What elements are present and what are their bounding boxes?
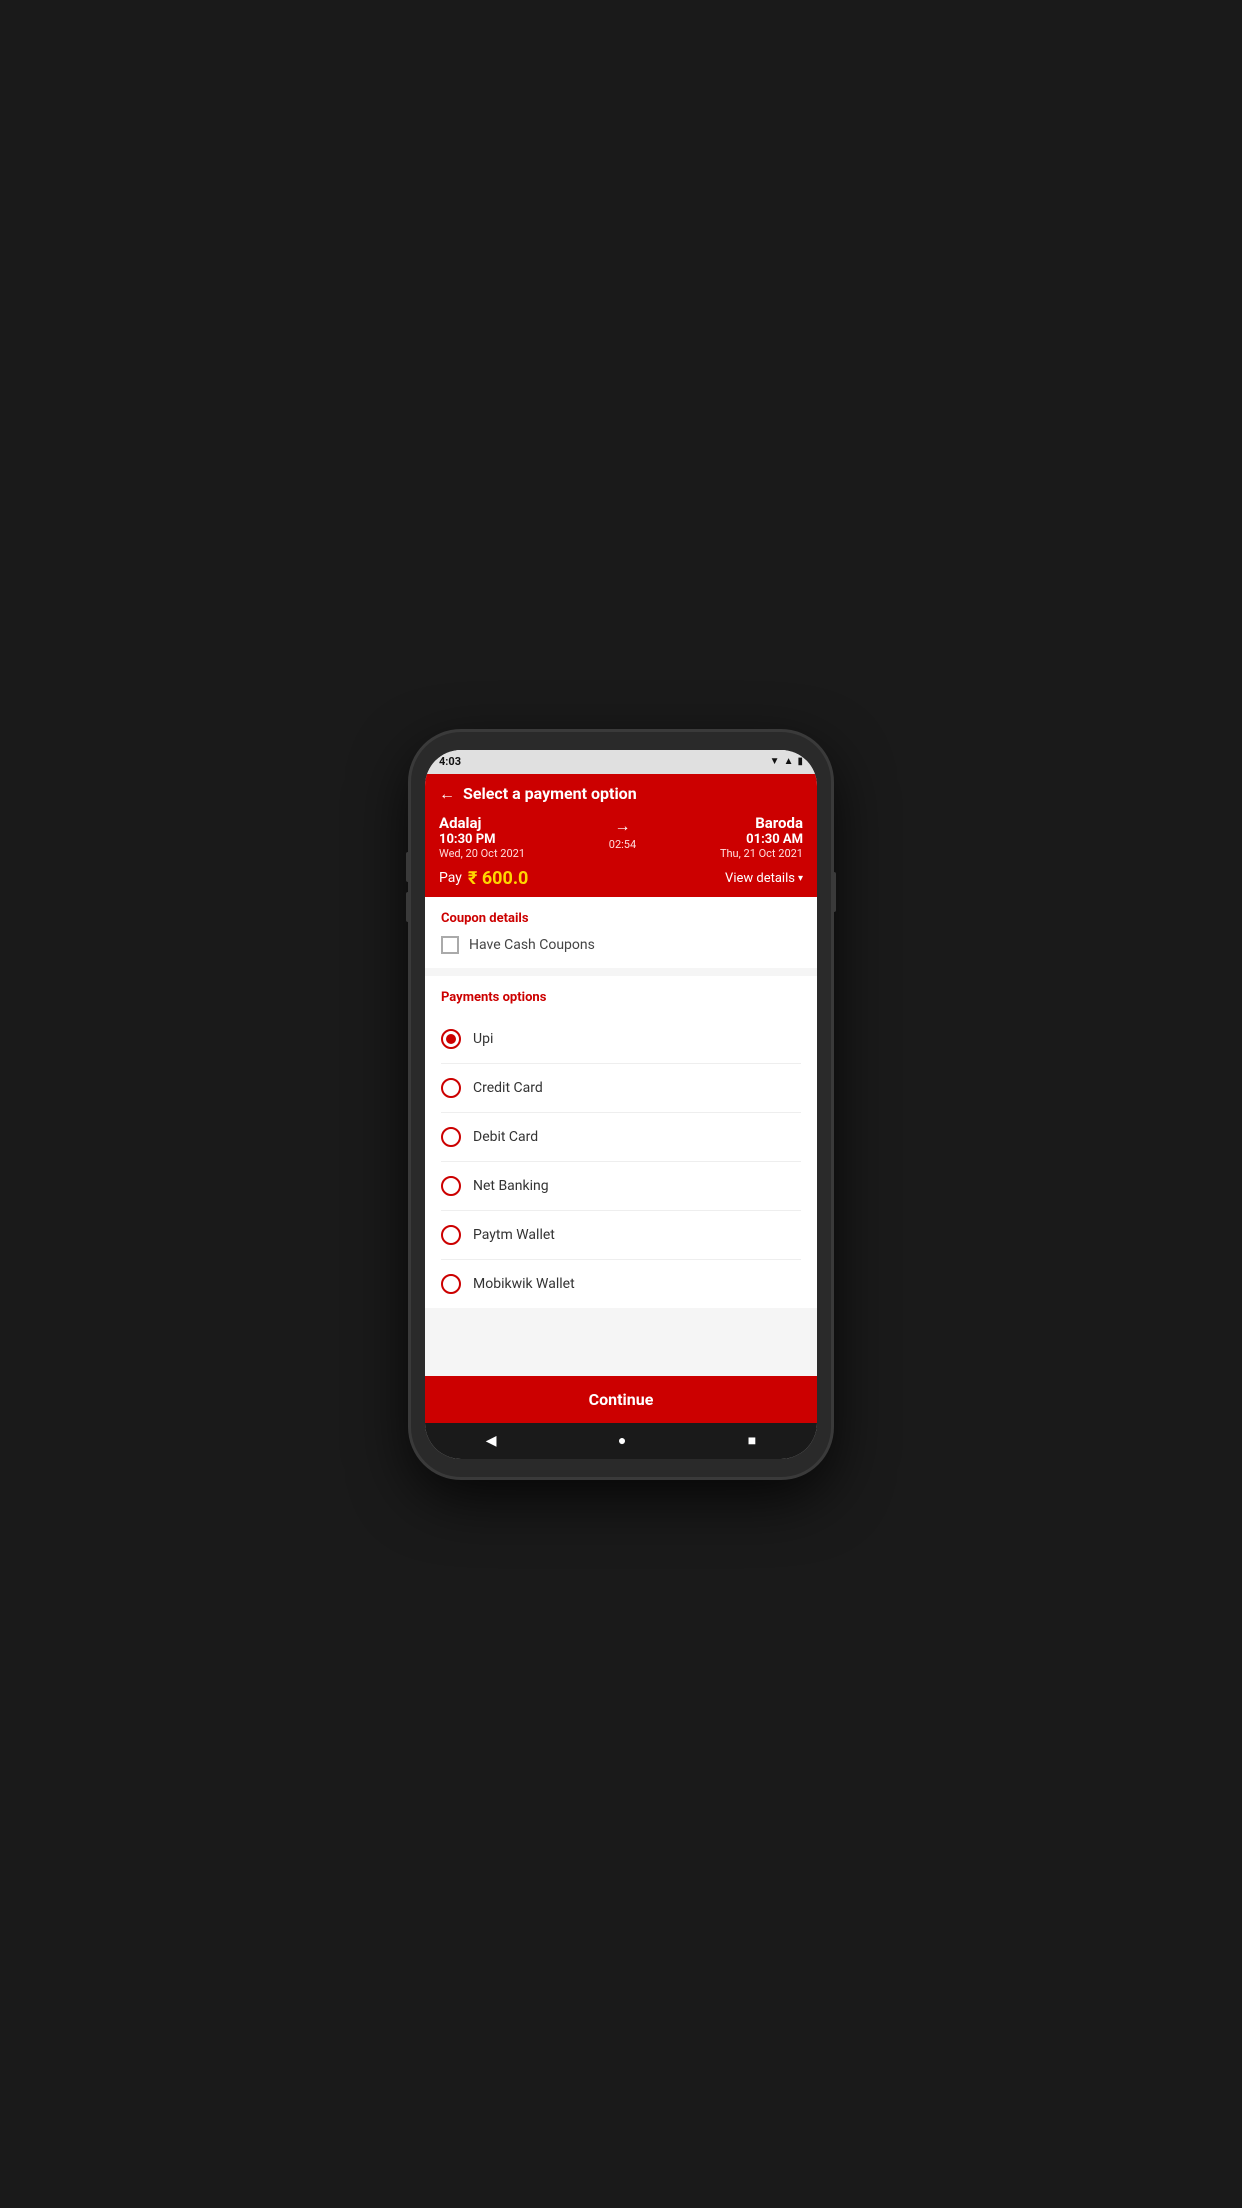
payment-option-mobikwik-wallet[interactable]: Mobikwik Wallet [441,1260,801,1308]
payment-label-net-banking: Net Banking [473,1178,549,1194]
coupon-section: Coupon details Have Cash Coupons [425,897,817,968]
signal-icon: ▲ [784,756,794,767]
chevron-down-icon: ▾ [798,873,803,884]
phone-screen: 4:03 ▼ ▲ ▮ ← Select a payment option Ada… [425,750,817,1459]
payment-label-upi: Upi [473,1031,493,1047]
coupon-section-title: Coupon details [441,911,801,926]
radio-debit-card [441,1127,461,1147]
radio-net-banking [441,1176,461,1196]
origin-city: Adalaj [439,814,525,832]
dest-city: Baroda [755,814,803,832]
payment-label-paytm-wallet: Paytm Wallet [473,1227,555,1243]
status-bar: 4:03 ▼ ▲ ▮ [425,750,817,774]
phone-shell: 4:03 ▼ ▲ ▮ ← Select a payment option Ada… [411,732,831,1477]
payment-label-mobikwik-wallet: Mobikwik Wallet [473,1276,575,1292]
dest-date: Thu, 21 Oct 2021 [720,847,803,860]
wifi-icon: ▼ [770,756,780,767]
payment-option-net-banking[interactable]: Net Banking [441,1162,801,1211]
radio-credit-card [441,1078,461,1098]
back-button[interactable]: ← [439,784,455,804]
view-details-label: View details [725,871,795,886]
coupon-checkbox[interactable] [441,936,459,954]
payments-section-title: Payments options [441,990,801,1005]
nav-recents-button[interactable]: ■ [748,1432,756,1449]
origin-time: 10:30 PM [439,832,525,847]
nav-back-button[interactable]: ◀ [486,1433,497,1449]
content-area: Coupon details Have Cash Coupons Payment… [425,897,817,1376]
radio-upi-dot [446,1034,456,1044]
payment-option-paytm-wallet[interactable]: Paytm Wallet [441,1211,801,1260]
journey-duration: → 02:54 [609,814,636,851]
app-header: ← Select a payment option Adalaj 10:30 P… [425,774,817,897]
payment-option-upi[interactable]: Upi [441,1015,801,1064]
nav-bar: ◀ ● ■ [425,1423,817,1459]
pay-label: Pay [439,870,462,886]
payments-section: Payments options Upi Credit Card Debit [425,976,817,1308]
payment-label-debit-card: Debit Card [473,1129,538,1145]
journey-arrow-icon: → [614,816,630,836]
journey-origin: Adalaj 10:30 PM Wed, 20 Oct 2021 [439,814,525,860]
pay-amount: ₹ 600.0 [468,868,528,889]
radio-mobikwik-wallet [441,1274,461,1294]
journey-destination: Baroda 01:30 AM Thu, 21 Oct 2021 [720,814,803,860]
status-time: 4:03 [439,755,461,768]
journey-duration-value: 02:54 [609,838,636,851]
page-title: Select a payment option [463,784,637,803]
continue-button[interactable]: Continue [425,1376,817,1423]
coupon-checkbox-row[interactable]: Have Cash Coupons [441,936,801,954]
pay-info: Pay ₹ 600.0 [439,868,528,889]
radio-paytm-wallet [441,1225,461,1245]
view-details-button[interactable]: View details ▾ [725,871,803,886]
battery-icon: ▮ [797,756,803,767]
payment-label-credit-card: Credit Card [473,1080,543,1096]
coupon-checkbox-label: Have Cash Coupons [469,937,595,953]
status-icons: ▼ ▲ ▮ [770,756,803,767]
payment-option-credit-card[interactable]: Credit Card [441,1064,801,1113]
origin-date: Wed, 20 Oct 2021 [439,847,525,860]
dest-time: 01:30 AM [746,832,803,847]
nav-home-button[interactable]: ● [618,1432,626,1449]
payment-option-debit-card[interactable]: Debit Card [441,1113,801,1162]
radio-upi [441,1029,461,1049]
